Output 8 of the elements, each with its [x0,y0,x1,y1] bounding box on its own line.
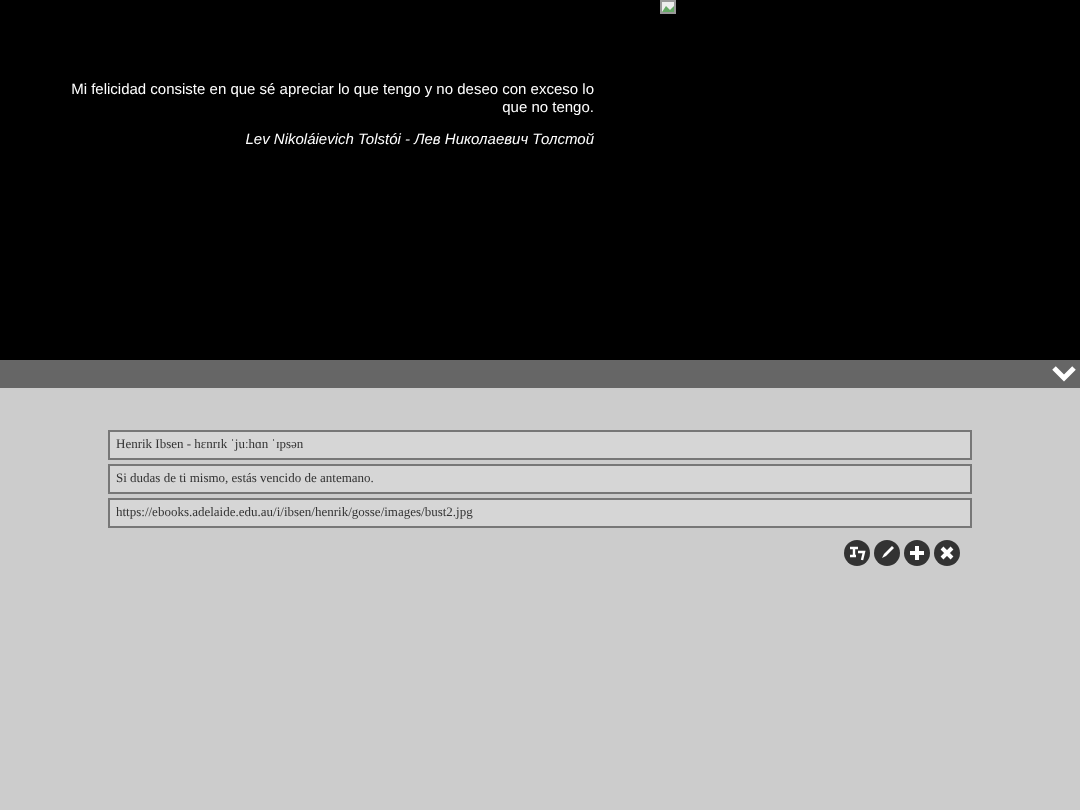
plus-icon [908,544,926,562]
broken-image-icon [660,0,676,14]
close-icon [938,544,956,562]
close-button[interactable] [934,540,960,566]
plus-button[interactable] [904,540,930,566]
chevron-down-icon[interactable] [1052,366,1076,382]
pencil-button[interactable] [874,540,900,566]
pencil-icon [878,544,896,562]
